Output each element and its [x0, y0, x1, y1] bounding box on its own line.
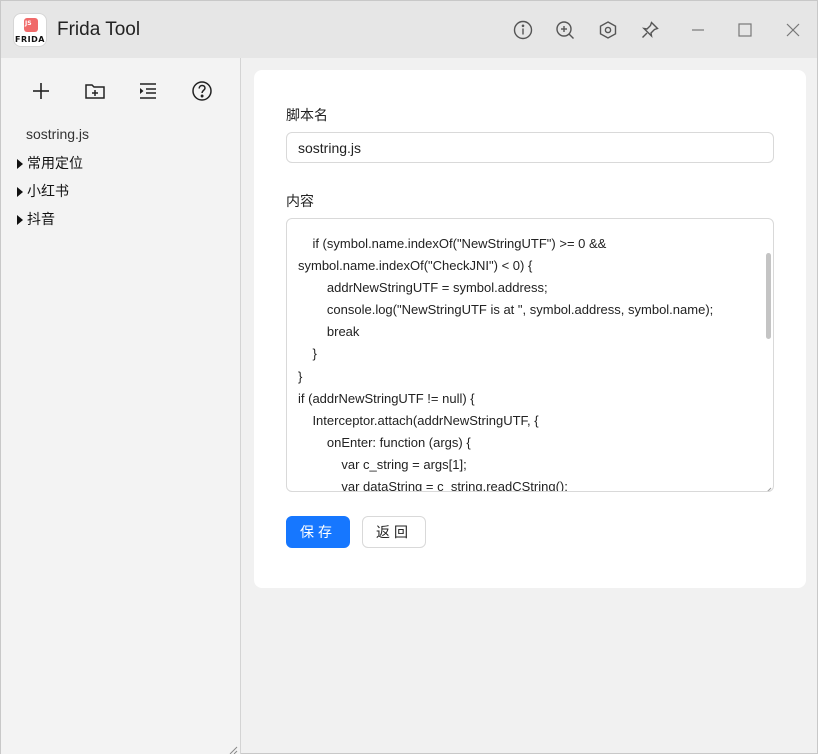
folder-label: 小红书 [27, 183, 69, 199]
logo-badge: JS [25, 20, 32, 27]
tree-folder-item[interactable]: 常用定位 [17, 153, 83, 173]
minimize-icon[interactable] [687, 19, 709, 41]
tree-file-item[interactable]: sostring.js [26, 126, 89, 142]
app-title: Frida Tool [57, 19, 141, 40]
new-folder-icon[interactable] [82, 78, 108, 104]
app-window: JS FRIDA Frida Tool sostring.js 常用定位 小红书… [0, 0, 818, 754]
caret-right-icon [17, 215, 23, 225]
save-button[interactable]: 保存 [286, 516, 350, 548]
help-icon[interactable] [189, 78, 215, 104]
content-label: 内容 [286, 193, 314, 209]
textarea-scrollbar[interactable] [766, 253, 771, 339]
textarea-resize-handle[interactable] [764, 482, 772, 491]
zoom-in-icon[interactable] [554, 19, 576, 41]
info-icon[interactable] [512, 19, 534, 41]
script-editor-card: 脚本名 内容 if (symbol.name.indexOf("NewStrin… [254, 70, 806, 588]
settings-hexagon-icon[interactable] [597, 19, 619, 41]
folder-label: 常用定位 [27, 155, 83, 171]
tree-folder-item[interactable]: 小红书 [17, 181, 69, 201]
tree-folder-item[interactable]: 抖音 [17, 209, 55, 229]
pin-icon[interactable] [639, 19, 661, 41]
sidebar-resize-handle[interactable] [228, 742, 238, 754]
title-bar: JS FRIDA Frida Tool [1, 1, 817, 58]
logo-text: FRIDA [15, 35, 45, 44]
maximize-icon[interactable] [734, 19, 756, 41]
back-button[interactable]: 返回 [362, 516, 426, 548]
script-name-input[interactable] [286, 132, 774, 163]
caret-right-icon [17, 159, 23, 169]
content-text: if (symbol.name.indexOf("NewStringUTF") … [298, 236, 714, 492]
add-icon[interactable] [28, 78, 54, 104]
close-icon[interactable] [782, 19, 804, 41]
folder-label: 抖音 [27, 211, 55, 227]
indent-list-icon[interactable] [135, 78, 161, 104]
content-textarea[interactable]: if (symbol.name.indexOf("NewStringUTF") … [286, 218, 774, 492]
app-logo: JS FRIDA [13, 13, 47, 47]
sidebar: sostring.js 常用定位 小红书 抖音 [1, 58, 241, 754]
script-name-label: 脚本名 [286, 107, 328, 123]
caret-right-icon [17, 187, 23, 197]
